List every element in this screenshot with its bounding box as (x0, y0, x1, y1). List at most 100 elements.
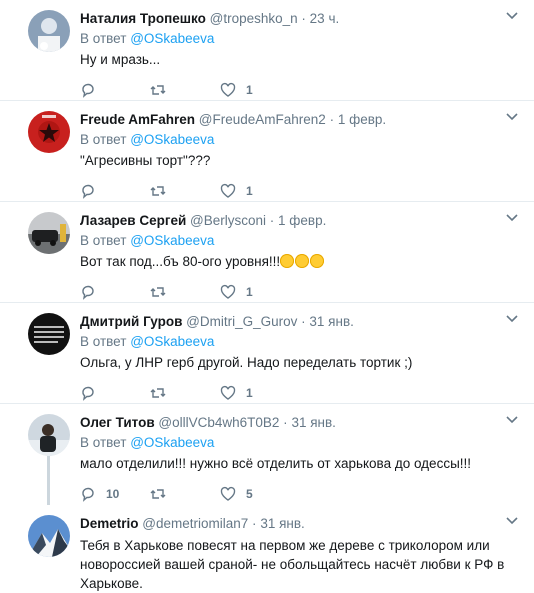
timestamp[interactable]: 1 февр. (338, 112, 386, 127)
display-name[interactable]: Лазарев Сергей (80, 213, 186, 228)
like-button[interactable]: 1 (220, 82, 290, 98)
clapping-hands-emoji (280, 254, 325, 269)
retweet-button[interactable] (150, 284, 220, 300)
caret-down-icon[interactable] (506, 416, 518, 424)
caret-down-icon[interactable] (506, 214, 518, 222)
like-icon (220, 183, 236, 198)
timestamp[interactable]: 31 янв. (291, 415, 335, 430)
display-name[interactable]: Олег Титов (80, 415, 155, 430)
retweet-icon (150, 287, 166, 297)
avatar[interactable] (28, 111, 70, 153)
tweet-header: Дмитрий Гуров @Dmitri_G_Gurov · 31 янв. (80, 313, 518, 331)
reply-context: В ответ @OSkabeeva (80, 232, 518, 250)
like-count: 1 (246, 83, 253, 97)
reply-button[interactable] (80, 284, 150, 300)
reply-prefix: В ответ (80, 435, 127, 450)
mention-link[interactable]: @OSkabeeva (130, 233, 214, 248)
caret-down-icon[interactable] (506, 517, 518, 525)
mention-link[interactable]: @OSkabeeva (130, 31, 214, 46)
username[interactable]: @Dmitri_G_Gurov (186, 314, 297, 329)
tweet[interactable]: Demetrio @demetriomilan7 · 31 янв. Тебя … (0, 505, 534, 592)
username[interactable]: @demetriomilan7 (142, 516, 248, 531)
thread-connector (47, 456, 50, 505)
timestamp[interactable]: 31 янв. (309, 314, 353, 329)
reply-icon (82, 184, 94, 199)
like-count: 1 (246, 285, 253, 299)
display-name[interactable]: Demetrio (80, 516, 139, 531)
tweet-header: Олег Титов @olllVCb4wh6T0B2 · 31 янв. (80, 414, 518, 432)
like-icon (220, 82, 236, 97)
tweet[interactable]: Лазарев Сергей @Berlysconi · 1 февр. В о… (0, 202, 534, 303)
like-count: 5 (246, 487, 253, 501)
avatar[interactable] (28, 10, 70, 52)
timestamp[interactable]: 23 ч. (310, 11, 340, 26)
caret-down-icon[interactable] (506, 12, 518, 20)
clap-icon (280, 254, 295, 268)
username[interactable]: @FreudeAmFahren2 (199, 112, 326, 127)
reply-count: 10 (106, 487, 120, 501)
display-name[interactable]: Freude AmFahren (80, 112, 195, 127)
reply-context: В ответ @OSkabeeva (80, 30, 518, 48)
like-button[interactable]: 1 (220, 385, 290, 401)
retweet-button[interactable] (150, 486, 220, 502)
avatar[interactable] (28, 515, 70, 557)
username[interactable]: @tropeshko_n (210, 11, 298, 26)
like-icon (220, 486, 236, 501)
retweet-icon (150, 85, 166, 95)
tweet-text-body: Вот так под...бъ 80-ого уровня!!! (80, 254, 281, 269)
avatar[interactable] (28, 212, 70, 254)
timestamp[interactable]: 1 февр. (278, 213, 326, 228)
reply-button[interactable] (80, 385, 150, 401)
reply-button[interactable] (80, 82, 150, 98)
avatar[interactable] (28, 313, 70, 355)
tweet-text: Тебя в Харькове повесят на первом же дер… (80, 538, 509, 591)
reply-icon (82, 386, 94, 401)
like-count: 1 (246, 386, 253, 400)
display-name[interactable]: Дмитрий Гуров (80, 314, 182, 329)
separator-dot: · (301, 11, 306, 26)
tweet[interactable]: Дмитрий Гуров @Dmitri_G_Gurov · 31 янв. … (0, 303, 534, 404)
retweet-button[interactable] (150, 385, 220, 401)
reply-button[interactable] (80, 183, 150, 199)
retweet-button[interactable] (150, 82, 220, 98)
separator-dot: · (252, 516, 257, 531)
reply-prefix: В ответ (80, 334, 127, 349)
avatar[interactable] (28, 414, 70, 456)
like-button[interactable]: 1 (220, 284, 290, 300)
tweet-text: мало отделили!!! нужно всё отделить от х… (80, 456, 472, 471)
like-icon (220, 284, 236, 299)
tweet[interactable]: Олег Титов @olllVCb4wh6T0B2 · 31 янв. В … (0, 404, 534, 505)
mention-link[interactable]: @OSkabeeva (130, 334, 214, 349)
separator-dot: · (283, 415, 288, 430)
caret-down-icon[interactable] (506, 113, 518, 121)
reply-button[interactable]: 10 (80, 486, 150, 502)
like-icon (220, 385, 236, 400)
tweet-text: Ну и мразь... (80, 52, 161, 67)
retweet-icon (150, 489, 166, 499)
caret-down-icon[interactable] (506, 315, 518, 323)
username[interactable]: @Berlysconi (190, 213, 266, 228)
clap-icon (310, 254, 325, 268)
tweet-text: Ольга, у ЛНР герб другой. Надо переделат… (80, 355, 413, 370)
tweet[interactable]: Наталия Тропешко @tropeshko_n · 23 ч. В … (0, 0, 534, 101)
retweet-icon (150, 388, 166, 398)
reply-prefix: В ответ (80, 31, 127, 46)
like-button[interactable]: 1 (220, 183, 290, 199)
username[interactable]: @olllVCb4wh6T0B2 (158, 415, 279, 430)
like-button[interactable]: 5 (220, 486, 290, 502)
replies-feed: Наталия Тропешко @tropeshko_n · 23 ч. В … (0, 0, 534, 592)
mention-link[interactable]: @OSkabeeva (130, 132, 214, 147)
separator-dot: · (301, 314, 306, 329)
retweet-icon (150, 186, 166, 196)
tweet[interactable]: Freude AmFahren @FreudeAmFahren2 · 1 фев… (0, 101, 534, 202)
display-name[interactable]: Наталия Тропешко (80, 11, 206, 26)
tweet-header: Demetrio @demetriomilan7 · 31 янв. (80, 515, 518, 533)
tweet-header: Freude AmFahren @FreudeAmFahren2 · 1 фев… (80, 111, 518, 129)
reply-context: В ответ @OSkabeeva (80, 434, 518, 452)
retweet-button[interactable] (150, 183, 220, 199)
mention-link[interactable]: @OSkabeeva (130, 435, 214, 450)
tweet-header: Наталия Тропешко @tropeshko_n · 23 ч. (80, 10, 518, 28)
tweet-text: "Агресивны торт"??? (80, 153, 211, 168)
tweet-text: Вот так под...бъ 80-ого уровня!!! (80, 252, 518, 271)
timestamp[interactable]: 31 янв. (260, 516, 304, 531)
